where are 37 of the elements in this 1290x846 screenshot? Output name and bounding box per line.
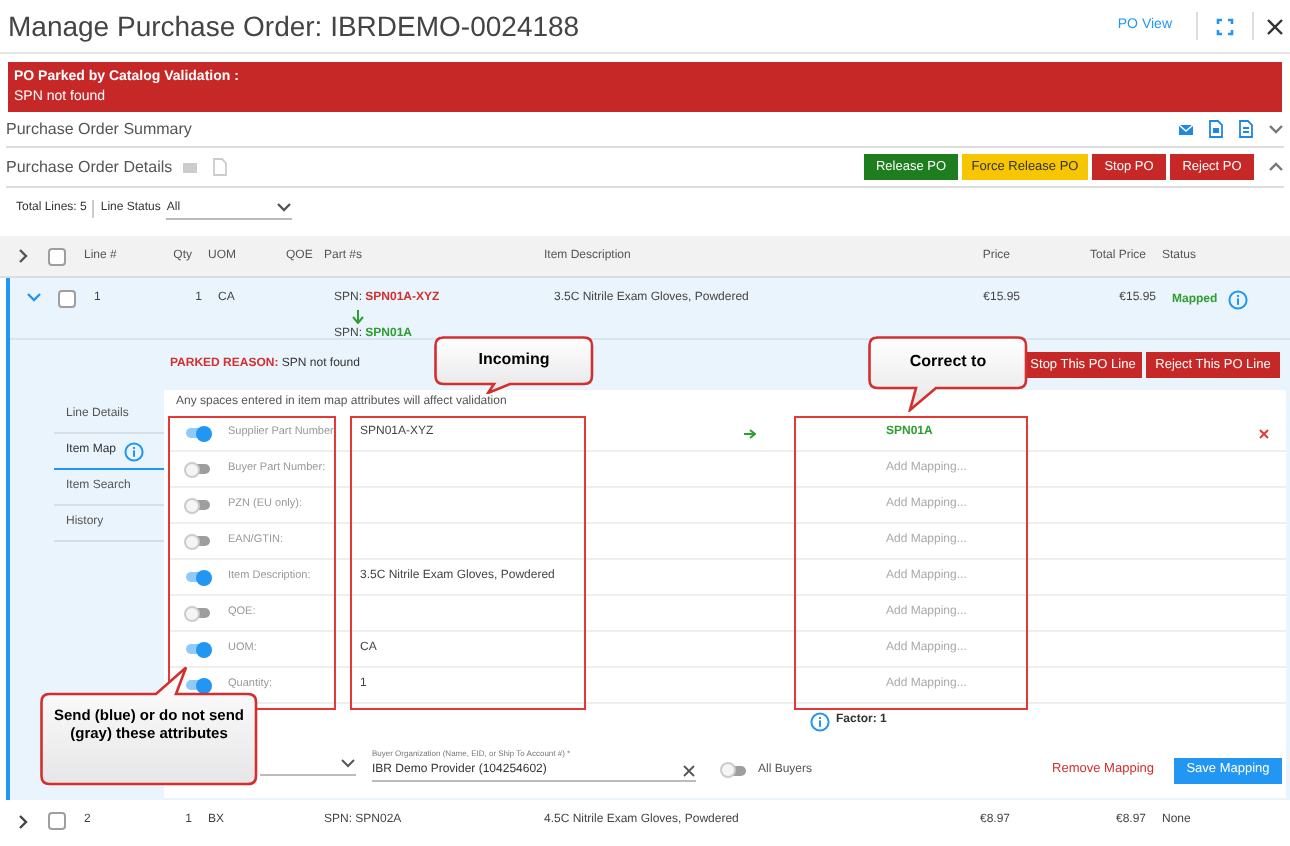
toggle-switch[interactable] xyxy=(184,497,212,513)
section-title: Purchase Order Summary xyxy=(6,117,194,141)
toggle-switch[interactable] xyxy=(184,425,212,441)
chevron-icon[interactable] xyxy=(1268,159,1284,175)
callout: Correct to xyxy=(868,336,1028,412)
close-icon[interactable] xyxy=(1266,17,1284,35)
arrow-right-icon xyxy=(744,427,756,439)
toggle-switch[interactable] xyxy=(184,641,212,657)
document-icon[interactable] xyxy=(1208,120,1224,138)
toggle-switch[interactable] xyxy=(184,605,212,621)
expand-all-icon[interactable] xyxy=(16,248,32,264)
toggle-switch[interactable] xyxy=(184,533,212,549)
chevron-icon[interactable] xyxy=(340,756,356,772)
info-icon[interactable] xyxy=(810,711,830,731)
document-icon[interactable] xyxy=(1238,120,1254,138)
toggle-switch[interactable] xyxy=(720,762,748,778)
toggle-switch[interactable] xyxy=(184,461,212,477)
window-title: Manage Purchase Order: IBRDEMO-0024188 xyxy=(8,7,582,46)
arrow-down-icon xyxy=(352,310,364,324)
checkbox[interactable] xyxy=(58,290,76,308)
mail-icon[interactable] xyxy=(182,159,199,175)
chevron-icon[interactable] xyxy=(1268,121,1284,137)
document-icon[interactable] xyxy=(212,158,229,176)
callout: Incoming xyxy=(434,336,594,394)
remove-icon[interactable] xyxy=(1258,427,1270,439)
section-title: Purchase Order Details xyxy=(6,155,173,179)
mail-icon[interactable] xyxy=(1178,121,1194,137)
toggle-switch[interactable] xyxy=(184,677,212,693)
expand-row-icon[interactable] xyxy=(16,813,32,829)
clear-icon[interactable] xyxy=(682,763,696,777)
expand-icon[interactable] xyxy=(1216,17,1234,35)
info-icon[interactable] xyxy=(1227,290,1248,310)
checkbox[interactable] xyxy=(48,812,66,830)
chevron-icon[interactable] xyxy=(276,200,293,216)
info-icon[interactable] xyxy=(124,441,145,461)
toggle-switch[interactable] xyxy=(184,569,212,585)
checkbox[interactable] xyxy=(48,247,66,265)
